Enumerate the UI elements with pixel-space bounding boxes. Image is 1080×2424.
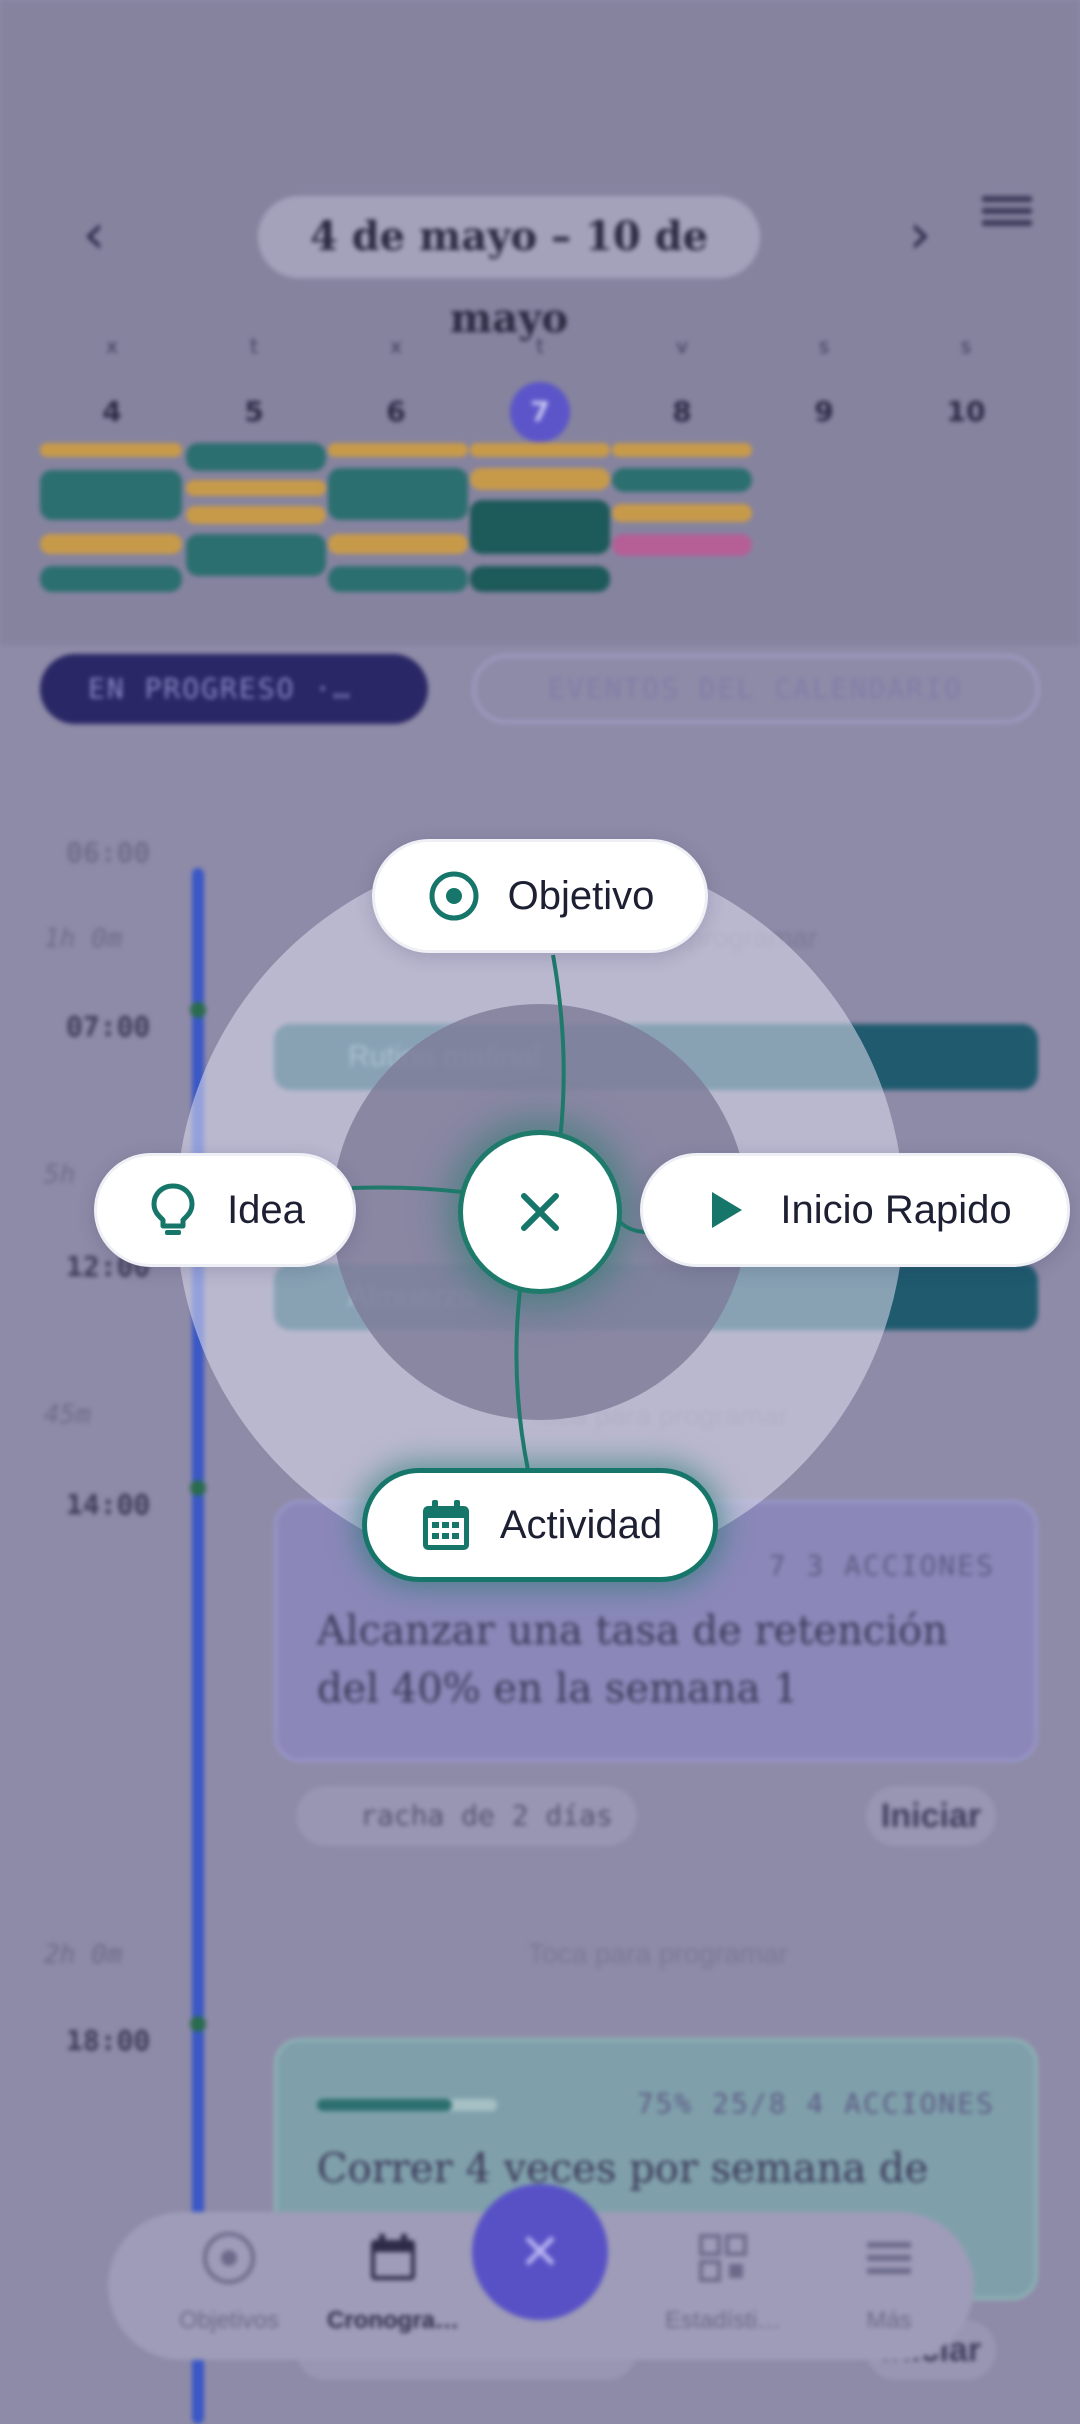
start-button[interactable]: Iniciar: [866, 1786, 996, 1846]
goal-progress-bar: [317, 2099, 497, 2111]
weekday-label: s: [818, 334, 830, 358]
radial-menu-close-button[interactable]: [458, 1130, 622, 1294]
radial-option-objetivo[interactable]: Objetivo: [372, 839, 708, 953]
time-label: 07:00: [66, 1010, 151, 1043]
duration-label: 2h 0m: [44, 1940, 123, 1970]
day-number[interactable]: 4: [82, 382, 142, 442]
screen: ‹ 4 de mayo – 10 de mayo › x t x t v s s…: [0, 0, 1080, 2424]
duration-label: 1h 0m: [44, 924, 123, 954]
time-label: 14:00: [66, 1488, 151, 1521]
calendar-icon: [371, 2234, 415, 2280]
week-event-bar[interactable]: [612, 534, 752, 556]
radial-option-label: Objetivo: [507, 873, 655, 918]
week-event-bar[interactable]: [40, 566, 182, 592]
radial-option-label: Idea: [227, 1187, 305, 1232]
week-event-bar[interactable]: [328, 443, 468, 457]
qr-stats-icon: [699, 2234, 747, 2282]
week-event-bar[interactable]: [470, 500, 610, 554]
target-icon: [203, 2232, 255, 2284]
day-number[interactable]: 9: [794, 382, 854, 442]
tap-to-schedule-label[interactable]: Toca para programar: [528, 1938, 788, 1970]
day-number[interactable]: 5: [224, 382, 284, 442]
day-number[interactable]: 6: [366, 382, 426, 442]
timeline-dot: [190, 1002, 206, 1018]
weekday-label: x: [106, 334, 118, 358]
nav-item-objetivos[interactable]: Objetivos: [144, 2230, 314, 2335]
close-fab-button[interactable]: ✕: [472, 2184, 608, 2320]
target-icon: [429, 871, 479, 921]
calendar-icon: [422, 1500, 469, 1550]
week-event-bar[interactable]: [186, 480, 326, 496]
in-progress-filter-chip[interactable]: EN PROGRESO ·…: [40, 654, 428, 724]
time-label: 18:00: [66, 2024, 151, 2057]
radial-option-idea[interactable]: Idea: [94, 1153, 356, 1267]
duration-label: 5h: [44, 1160, 76, 1190]
nav-item-cronograma[interactable]: Cronogra…: [308, 2230, 478, 2335]
weekday-label: v: [676, 334, 688, 358]
nav-item-estadisticas[interactable]: Estadísti…: [638, 2230, 808, 2335]
timeline-dot: [190, 1480, 206, 1496]
week-event-bar[interactable]: [186, 534, 326, 576]
chevron-right-icon[interactable]: ›: [890, 200, 950, 270]
week-event-bar[interactable]: [328, 566, 468, 592]
radial-option-label: Inicio Rapido: [780, 1187, 1012, 1232]
chevron-left-icon[interactable]: ‹: [64, 200, 124, 270]
nav-label: Más: [866, 2307, 912, 2334]
goal-progress-fill: [317, 2099, 452, 2111]
week-event-bar[interactable]: [40, 443, 182, 457]
week-header: ‹ 4 de mayo – 10 de mayo › x t x t v s s…: [0, 0, 1080, 645]
play-icon: [712, 1192, 743, 1228]
week-event-bar[interactable]: [612, 443, 752, 457]
week-range-label[interactable]: 4 de mayo – 10 de mayo: [258, 196, 760, 342]
week-event-bar[interactable]: [186, 443, 326, 471]
streak-badge: racha de 2 días: [296, 1786, 637, 1846]
week-event-bar[interactable]: [470, 468, 610, 490]
weekday-label: t: [536, 334, 544, 358]
goal-card-title: Alcanzar una tasa de retención del 40% e…: [317, 1608, 948, 1712]
week-event-bar[interactable]: [40, 470, 182, 520]
close-icon: [521, 1193, 559, 1231]
week-event-bar[interactable]: [40, 534, 182, 554]
nav-label: Cronogra…: [327, 2307, 459, 2334]
nav-label: Objetivos: [178, 2307, 280, 2334]
week-event-bar[interactable]: [612, 504, 752, 522]
timeline-dot: [190, 2016, 206, 2032]
duration-label: 45m: [44, 1400, 91, 1430]
menu-icon[interactable]: [982, 196, 1032, 236]
radial-option-inicio-rapido[interactable]: Inicio Rapido: [640, 1153, 1070, 1267]
lightbulb-icon: [151, 1183, 195, 1235]
nav-item-mas[interactable]: Más: [804, 2230, 974, 2335]
day-number[interactable]: 10: [936, 382, 996, 442]
weekday-label: s: [960, 334, 972, 358]
day-number[interactable]: 8: [652, 382, 712, 442]
radial-option-actividad[interactable]: Actividad: [362, 1468, 718, 1582]
week-event-bar[interactable]: [186, 506, 326, 524]
week-event-bar[interactable]: [470, 566, 610, 592]
menu-icon: [867, 2242, 911, 2274]
calendar-events-chip[interactable]: EVENTOS DEL CALENDARIO: [472, 654, 1040, 724]
week-event-bar[interactable]: [612, 468, 752, 492]
week-event-bar[interactable]: [328, 468, 468, 520]
radial-option-label: Actividad: [499, 1502, 663, 1547]
day-number-today[interactable]: 7: [510, 382, 570, 442]
goal-card-title: Correr 4 veces por semana de: [317, 2146, 929, 2192]
weekday-label: t: [250, 334, 258, 358]
week-event-bar[interactable]: [328, 534, 468, 554]
nav-label: Estadísti…: [664, 2307, 782, 2334]
time-label: 06:00: [66, 836, 151, 869]
weekday-label: x: [390, 334, 402, 358]
week-event-bar[interactable]: [470, 443, 610, 457]
